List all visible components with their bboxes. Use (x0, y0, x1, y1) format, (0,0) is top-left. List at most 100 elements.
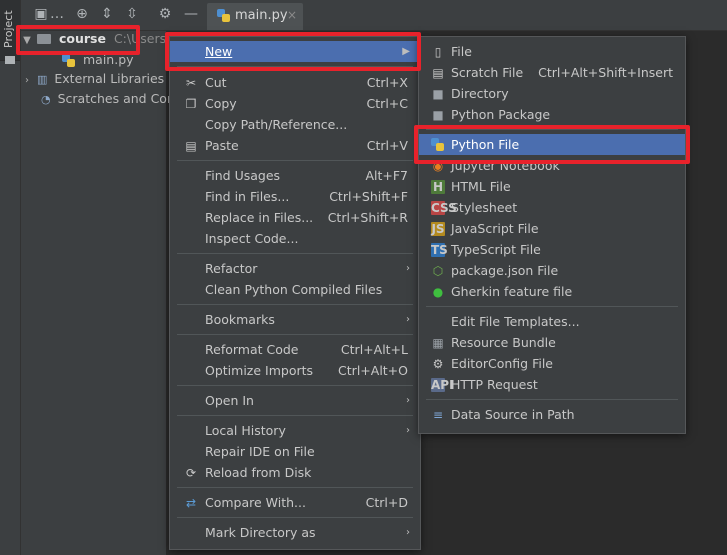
css-file-icon: CSS (431, 201, 457, 215)
gear-icon[interactable]: ⚙ (157, 6, 173, 22)
menu-item-paste[interactable]: ▤ Paste Ctrl+V (170, 135, 420, 156)
expand-all-icon[interactable]: ⇕ (99, 6, 115, 22)
submenu-item-editorconfig[interactable]: ⚙ EditorConfig File (419, 353, 685, 374)
menu-item-label: Paste (205, 138, 239, 153)
editor-tab-main-py[interactable]: main.py × (207, 3, 303, 30)
menu-item-clean-compiled[interactable]: Clean Python Compiled Files (170, 279, 420, 300)
menu-item-label: Repair IDE on File (205, 444, 315, 459)
submenu-item-html-file[interactable]: H HTML File (419, 176, 685, 197)
submenu-item-file[interactable]: ▯ File (419, 41, 685, 62)
menu-item-label: Local History (205, 423, 286, 438)
menu-item-label: Cut (205, 75, 227, 90)
copy-icon: ❐ (185, 97, 197, 111)
menu-item-label: Optimize Imports (205, 363, 314, 378)
submenu-item-package-json[interactable]: ⬡ package.json File (419, 260, 685, 281)
scissors-icon: ✂ (185, 76, 197, 90)
menu-item-repair-ide[interactable]: Repair IDE on File (170, 441, 420, 462)
tree-item-scratches[interactable]: ◔ Scratches and Con (41, 89, 175, 109)
menu-item-compare-with[interactable]: ⇄ Compare With... Ctrl+D (170, 492, 420, 513)
shortcut-label: Alt+F7 (365, 168, 408, 183)
menu-item-label: Mark Directory as (205, 525, 316, 540)
gear-icon: ⚙ (432, 357, 444, 371)
menu-item-label: Replace in Files... (205, 210, 314, 225)
nodejs-icon: ⬡ (432, 264, 444, 278)
chevron-right-icon[interactable]: › (21, 71, 33, 91)
scratch-file-icon: ▤ (432, 66, 444, 80)
api-file-icon: API (431, 378, 454, 392)
chevron-right-icon: › (406, 314, 410, 325)
menu-item-label: Inspect Code... (205, 231, 299, 246)
menu-item-label: JavaScript File (451, 221, 539, 236)
folder-icon (5, 56, 15, 64)
menu-item-copy-path[interactable]: Copy Path/Reference... (170, 114, 420, 135)
submenu-item-python-package[interactable]: ■ Python Package (419, 104, 685, 125)
menu-item-replace-in-files[interactable]: Replace in Files... Ctrl+Shift+R (170, 207, 420, 228)
menu-item-local-history[interactable]: Local History › (170, 420, 420, 441)
menu-item-label: Python Package (451, 107, 551, 122)
menu-item-label: Find Usages (205, 168, 281, 183)
file-icon: ▯ (434, 45, 442, 59)
menu-item-reload-disk[interactable]: ⟳ Reload from Disk (170, 462, 420, 483)
menu-item-label: HTTP Request (451, 377, 538, 392)
menu-item-open-in[interactable]: Open In › (170, 390, 420, 411)
submenu-item-directory[interactable]: ■ Directory (419, 83, 685, 104)
shortcut-label: Ctrl+Alt+Shift+Insert (538, 65, 673, 80)
tree-item-label: Scratches and Con (57, 91, 175, 106)
menu-item-bookmarks[interactable]: Bookmarks › (170, 309, 420, 330)
resource-bundle-icon: ▦ (432, 336, 444, 350)
menu-item-label: TypeScript File (451, 242, 541, 257)
menu-item-find-in-files[interactable]: Find in Files... Ctrl+Shift+F (170, 186, 420, 207)
submenu-item-resource-bundle[interactable]: ▦ Resource Bundle (419, 332, 685, 353)
refresh-icon: ⟳ (185, 466, 197, 480)
menu-item-label: HTML File (451, 179, 511, 194)
menu-item-inspect-code[interactable]: Inspect Code... (170, 228, 420, 249)
menu-item-refactor[interactable]: Refactor › (170, 258, 420, 279)
menu-item-optimize-imports[interactable]: Optimize Imports Ctrl+Alt+O (170, 360, 420, 381)
menu-item-label: EditorConfig File (451, 356, 553, 371)
more-icon[interactable]: … (49, 6, 65, 22)
html-file-icon: H (431, 180, 445, 194)
context-menu: New ▶ ✂ Cut Ctrl+X ❐ Copy Ctrl+C Copy Pa… (169, 36, 421, 550)
locate-icon[interactable]: ⊕ (74, 6, 90, 22)
highlight-box-new (165, 32, 421, 71)
menu-item-label: Clean Python Compiled Files (205, 282, 383, 297)
collapse-all-icon[interactable]: ⇳ (124, 6, 140, 22)
submenu-item-gherkin[interactable]: ● Gherkin feature file (419, 281, 685, 302)
menu-item-find-usages[interactable]: Find Usages Alt+F7 (170, 165, 420, 186)
submenu-item-http-request[interactable]: API HTTP Request (419, 374, 685, 395)
menu-item-mark-directory[interactable]: Mark Directory as › (170, 522, 420, 543)
submenu-item-stylesheet[interactable]: CSS Stylesheet (419, 197, 685, 218)
tree-item-external-libraries[interactable]: › ▥ External Libraries (21, 69, 164, 89)
menu-item-label: Find in Files... (205, 189, 290, 204)
python-file-icon (62, 53, 76, 68)
database-icon: ≡ (432, 408, 444, 422)
menu-item-label: Resource Bundle (451, 335, 556, 350)
shortcut-label: Ctrl+C (366, 96, 408, 111)
menu-item-reformat-code[interactable]: Reformat Code Ctrl+Alt+L (170, 339, 420, 360)
menu-item-label: Open In (205, 393, 254, 408)
chevron-right-icon: › (406, 527, 410, 538)
menu-item-label: Reformat Code (205, 342, 299, 357)
project-view-icon[interactable]: ▣ (33, 6, 49, 22)
submenu-item-edit-templates[interactable]: Edit File Templates... (419, 311, 685, 332)
menu-item-label: Refactor (205, 261, 258, 276)
library-icon: ▥ (36, 73, 48, 86)
submenu-item-typescript-file[interactable]: TS TypeScript File (419, 239, 685, 260)
hide-icon[interactable]: — (183, 6, 199, 22)
shortcut-label: Ctrl+V (366, 138, 408, 153)
menu-item-label: Directory (451, 86, 509, 101)
submenu-item-javascript-file[interactable]: JS JavaScript File (419, 218, 685, 239)
menu-item-copy[interactable]: ❐ Copy Ctrl+C (170, 93, 420, 114)
typescript-file-icon: TS (431, 243, 448, 257)
submenu-item-scratch-file[interactable]: ▤ Scratch File Ctrl+Alt+Shift+Insert (419, 62, 685, 83)
editor-tab-label: main.py (235, 8, 288, 23)
close-icon[interactable]: × (287, 8, 297, 22)
menu-item-cut[interactable]: ✂ Cut Ctrl+X (170, 72, 420, 93)
shortcut-label: Ctrl+Alt+L (340, 342, 408, 357)
highlight-box-course (16, 25, 140, 55)
menu-item-label: Copy Path/Reference... (205, 117, 348, 132)
shortcut-label: Ctrl+Alt+O (338, 363, 408, 378)
tool-window-strip: Project (0, 0, 21, 555)
submenu-item-data-source[interactable]: ≡ Data Source in Path (419, 404, 685, 425)
cucumber-icon: ● (432, 285, 444, 299)
